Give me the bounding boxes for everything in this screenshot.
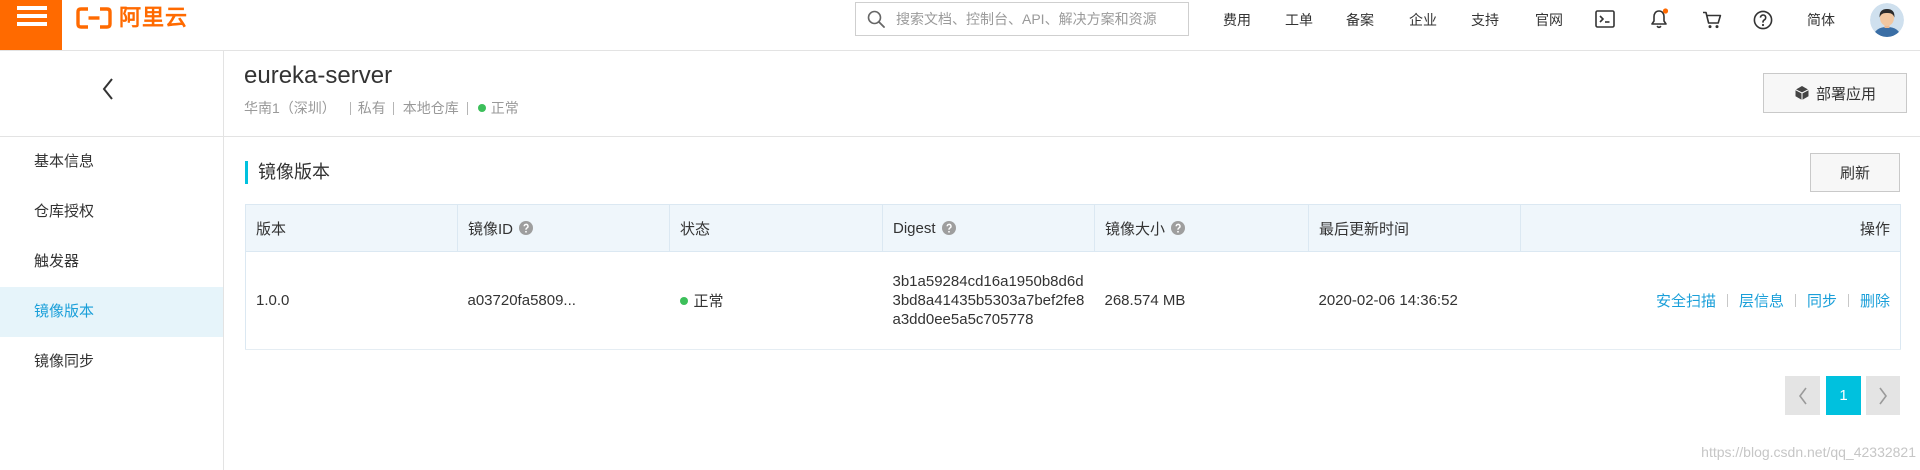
global-search[interactable] xyxy=(855,2,1189,36)
sidebar-item-repo-authorization[interactable]: 仓库授权 xyxy=(0,187,223,237)
deploy-app-button[interactable]: 部署应用 xyxy=(1763,73,1907,113)
notification-dot xyxy=(1662,8,1669,14)
sidebar-item-image-versions[interactable]: 镜像版本 xyxy=(0,287,223,337)
search-icon[interactable] xyxy=(867,10,885,28)
pagination-next-button[interactable] xyxy=(1866,376,1900,415)
repo-region: 华南1（深圳） xyxy=(244,100,336,116)
cell-actions: 安全扫描 层信息 同步 删除 xyxy=(1520,251,1901,350)
top-navigation-bar: 阿里云 费用 工单 备案 企业 支持 官网 简体 xyxy=(0,0,1920,51)
terminal-icon[interactable] xyxy=(1595,10,1615,28)
pagination-prev-button[interactable] xyxy=(1785,376,1820,415)
avatar-image xyxy=(1870,3,1904,37)
bell-icon[interactable] xyxy=(1649,8,1669,29)
divider xyxy=(1726,294,1728,307)
column-header-status: 状态 xyxy=(669,204,883,252)
status-badge: 正常 xyxy=(679,290,875,311)
logo-text: 阿里云 xyxy=(119,5,189,30)
status-dot xyxy=(679,296,688,305)
repo-visibility: 私有 xyxy=(357,100,386,116)
help-icon[interactable] xyxy=(519,221,534,235)
cell-image-id: a03720fa5809... xyxy=(457,251,670,350)
back-button[interactable] xyxy=(96,73,120,105)
user-avatar[interactable] xyxy=(1870,3,1904,37)
cell-version: 1.0.0 xyxy=(245,251,458,350)
table-header-row: 版本 镜像ID 状态 Digest 镜像大小 最后更新时间 操作 xyxy=(245,204,1901,252)
page-title: eureka-server xyxy=(244,62,393,89)
image-versions-table: 版本 镜像ID 状态 Digest 镜像大小 最后更新时间 操作 1.0.0 a… xyxy=(245,204,1901,350)
divider xyxy=(1794,294,1796,307)
divider xyxy=(349,101,351,115)
nav-link-icp-filing[interactable]: 备案 xyxy=(1346,10,1374,30)
digest-text: 3b1a59284cd16a1950b8d6d3bd8a41435b5303a7… xyxy=(892,273,1085,328)
nav-link-support[interactable]: 支持 xyxy=(1471,10,1499,30)
column-header-version: 版本 xyxy=(245,204,458,252)
repo-source: 本地仓库 xyxy=(402,100,459,116)
language-switch[interactable]: 简体 xyxy=(1807,10,1835,30)
cart-icon[interactable] xyxy=(1702,10,1722,29)
table-row: 1.0.0 a03720fa5809... 正常 3b1a59284cd16a1… xyxy=(245,251,1901,350)
status-text: 正常 xyxy=(693,293,724,310)
repo-status: 正常 xyxy=(490,100,519,116)
nav-link-fees[interactable]: 费用 xyxy=(1223,10,1251,30)
layer-info-link[interactable]: 层信息 xyxy=(1739,290,1784,311)
nav-link-enterprise[interactable]: 企业 xyxy=(1409,10,1437,30)
divider xyxy=(392,101,394,115)
status-dot xyxy=(477,104,486,112)
nav-link-tickets[interactable]: 工单 xyxy=(1285,10,1313,30)
row-actions: 安全扫描 层信息 同步 删除 xyxy=(1531,290,1890,311)
section-title: 镜像版本 xyxy=(258,162,330,182)
search-input[interactable] xyxy=(855,2,1189,36)
delete-link[interactable]: 删除 xyxy=(1860,290,1890,311)
sidebar-item-image-sync[interactable]: 镜像同步 xyxy=(0,337,223,387)
nav-link-official-site[interactable]: 官网 xyxy=(1535,10,1563,30)
column-header-image-size: 镜像大小 xyxy=(1094,204,1309,252)
column-header-actions: 操作 xyxy=(1520,204,1901,252)
sync-link[interactable]: 同步 xyxy=(1807,290,1837,311)
hamburger-icon xyxy=(17,6,47,26)
menu-button[interactable] xyxy=(0,0,62,50)
sidebar: 基本信息 仓库授权 触发器 镜像版本 镜像同步 xyxy=(0,51,224,470)
refresh-label: 刷新 xyxy=(1839,165,1870,182)
sidebar-item-basic-info[interactable]: 基本信息 xyxy=(0,137,223,187)
repository-meta: 华南1（深圳） 私有 本地仓库 正常 xyxy=(244,98,519,118)
deploy-app-label: 部署应用 xyxy=(1815,85,1876,103)
header-divider xyxy=(0,136,1920,137)
cell-digest: 3b1a59284cd16a1950b8d6d3bd8a41435b5303a7… xyxy=(882,251,1095,350)
column-header-digest: Digest xyxy=(882,204,1095,252)
help-icon[interactable] xyxy=(1753,10,1773,30)
section-accent-bar xyxy=(245,161,248,184)
divider xyxy=(1847,294,1849,307)
divider xyxy=(466,101,468,115)
aliyun-logo[interactable]: 阿里云 xyxy=(76,6,188,30)
help-icon[interactable] xyxy=(1171,221,1186,235)
aliyun-logo-icon xyxy=(76,7,112,29)
cell-image-size: 268.574 MB xyxy=(1094,251,1309,350)
security-scan-link[interactable]: 安全扫描 xyxy=(1656,290,1716,311)
chevron-left-icon xyxy=(102,78,113,100)
cube-icon xyxy=(1795,86,1809,100)
watermark-text: https://blog.csdn.net/qq_42332821 xyxy=(1701,444,1916,460)
pagination-page-current[interactable]: 1 xyxy=(1826,376,1861,415)
sidebar-item-triggers[interactable]: 触发器 xyxy=(0,237,223,287)
column-header-last-updated: 最后更新时间 xyxy=(1308,204,1521,252)
chevron-left-icon xyxy=(1798,387,1807,404)
column-header-image-id: 镜像ID xyxy=(457,204,670,252)
cell-last-updated: 2020-02-06 14:36:52 xyxy=(1308,251,1521,350)
cell-status: 正常 xyxy=(669,251,883,350)
chevron-right-icon xyxy=(1879,387,1887,404)
refresh-button[interactable]: 刷新 xyxy=(1810,153,1900,192)
help-icon[interactable] xyxy=(941,221,956,235)
